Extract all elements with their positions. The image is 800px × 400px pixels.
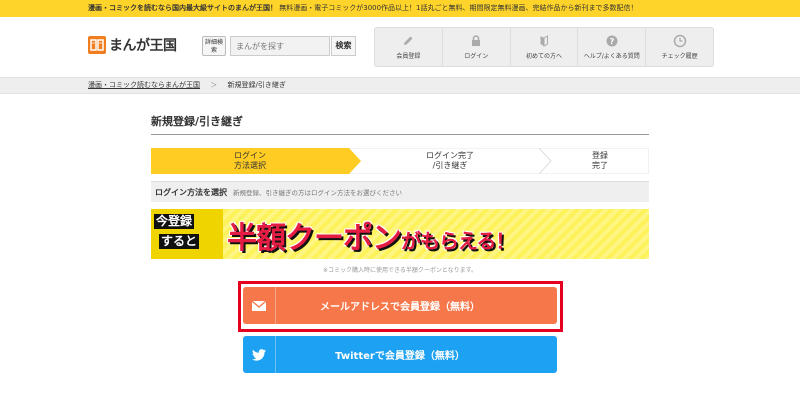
top-info-detail: 無料漫画・電子コミックが3000作品以上！1話丸ごと無料、期間限定無料漫画、完結…: [279, 4, 638, 12]
title-divider: [151, 134, 649, 135]
step-1-line1: ログイン: [234, 151, 266, 160]
registration-steps: ログイン 方法選択 ログイン完了 /引き継ぎ 登録 完了: [151, 148, 649, 174]
search-button[interactable]: 検索: [331, 36, 356, 56]
header-nav: 会員登録 ログイン 初めての方へ ? ヘルプ/よくある質問 チェック履歴: [374, 27, 714, 67]
detail-search-button[interactable]: 詳細検索: [202, 36, 226, 56]
step-1-line2: 方法選択: [234, 161, 266, 170]
banner-main-text: 半額クーポン: [227, 221, 402, 256]
help-icon: ?: [606, 35, 618, 47]
login-method-title: ログイン方法を選択: [155, 187, 227, 197]
breadcrumb-home-link[interactable]: 漫画・コミック読むならまんが王国: [88, 81, 200, 89]
nav-history-label: チェック履歴: [661, 53, 698, 60]
step-2: ログイン完了 /引き継ぎ: [361, 148, 539, 174]
logo-text: まんが王国: [109, 38, 177, 54]
pencil-icon: [404, 36, 413, 45]
login-method-header: ログイン方法を選択 新規登録、引き継ぎの方はログイン方法をお選びください: [151, 181, 649, 202]
site-header: まんが王国 詳細検索 検索 会員登録 ログイン 初めての方へ: [0, 17, 800, 77]
twitter-register-button[interactable]: Twitterで会員登録（無料）: [243, 336, 557, 373]
banner-sub-text: がもらえる！: [401, 229, 515, 253]
nav-help[interactable]: ? ヘルプ/よくある質問: [578, 28, 647, 66]
banner-badge-line2: すると: [159, 234, 200, 249]
clock-icon: [673, 34, 686, 48]
nav-register[interactable]: 会員登録: [375, 28, 443, 66]
nav-history[interactable]: チェック履歴: [646, 28, 713, 66]
lock-icon: [472, 35, 481, 46]
nav-beginner-label: 初めての方へ: [525, 53, 562, 60]
breadcrumb: 漫画・コミック読むならまんが王国 ＞ 新規登録/引き継ぎ: [0, 77, 800, 94]
beginner-mark-icon: [540, 35, 548, 47]
coupon-note: ※コミック購入時に使用できる半額クーポンとなります。: [322, 267, 478, 274]
step-3-line2: 完了: [592, 161, 608, 170]
nav-register-label: 会員登録: [396, 53, 421, 60]
envelope-icon: [243, 287, 276, 324]
step-2-line1: ログイン完了: [426, 151, 474, 160]
twitter-bird-icon: [243, 336, 276, 373]
mail-register-label: メールアドレスで会員登録（無料）: [320, 302, 480, 313]
nav-login-label: ログイン: [464, 53, 489, 60]
step-3-line1: 登録: [592, 151, 608, 160]
svg-text:?: ?: [609, 37, 614, 46]
site-logo[interactable]: まんが王国: [88, 36, 177, 54]
nav-beginner[interactable]: 初めての方へ: [511, 28, 579, 66]
page-title: 新規登録/引き継ぎ: [151, 115, 244, 128]
nav-help-label: ヘルプ/よくある質問: [583, 53, 640, 60]
mail-register-button[interactable]: メールアドレスで会員登録（無料）: [243, 287, 557, 324]
login-method-description: 新規登録、引き継ぎの方はログイン方法をお選びください: [233, 189, 402, 197]
nav-login[interactable]: ログイン: [443, 28, 511, 66]
step-3: 登録 完了: [551, 148, 649, 174]
banner-badge-line1: 今登録: [154, 214, 195, 229]
search-input[interactable]: [230, 36, 330, 56]
breadcrumb-separator: ＞: [210, 81, 218, 89]
step-1: ログイン 方法選択: [151, 148, 349, 174]
banner-headline: 半額クーポンがもらえる！: [227, 213, 515, 257]
half-price-coupon-banner: 今登録 すると 半額クーポンがもらえる！: [151, 209, 649, 259]
twitter-register-label: Twitterで会員登録（無料）: [335, 351, 465, 362]
book-logo-icon: [88, 36, 106, 54]
top-info-headline: 漫画・コミックを読むなら国内最大級サイトのまんが王国！: [88, 4, 277, 12]
top-info-bar: 漫画・コミックを読むなら国内最大級サイトのまんが王国！ 無料漫画・電子コミックが…: [0, 0, 800, 17]
step-2-line2: /引き継ぎ: [432, 161, 468, 170]
breadcrumb-current: 新規登録/引き継ぎ: [227, 81, 286, 89]
